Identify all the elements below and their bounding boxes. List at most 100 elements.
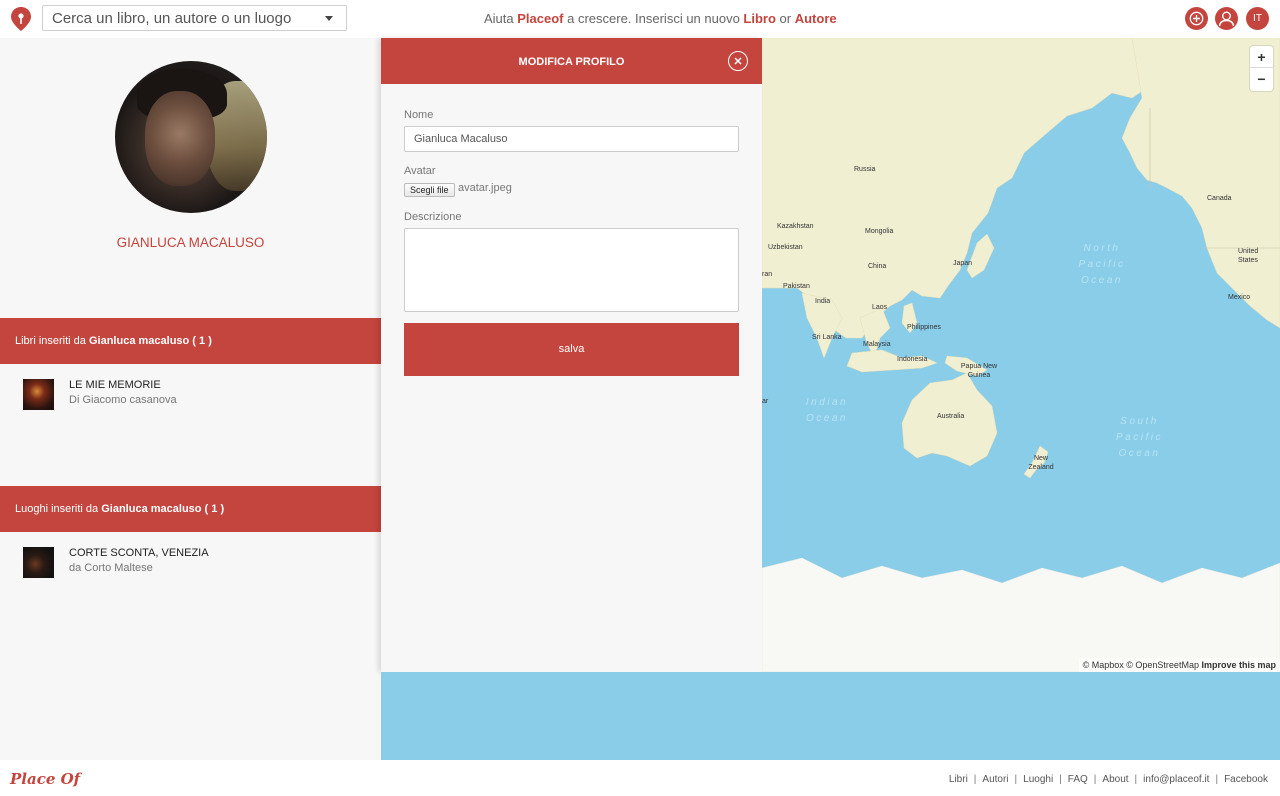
place-title[interactable]: CORTE SCONTA, VENEZIA (69, 547, 209, 559)
map-lower-area (381, 672, 1280, 760)
footer-link-autori[interactable]: Autori (982, 774, 1008, 785)
footer: Place Of Libri | Autori | Luoghi | FAQ | About | i… (0, 760, 1280, 796)
map-label-india: India (815, 298, 831, 305)
placeof-pin-logo-icon[interactable] (10, 6, 32, 32)
profile-panel: GIANLUCA MACALUSO Libri inseriti da Gian… (0, 38, 381, 760)
books-section-header: Libri inseriti da Gianluca macaluso ( 1 … (0, 318, 381, 364)
map-label-ar: ar (762, 398, 769, 405)
mapbox-link[interactable]: © Mapbox (1083, 660, 1124, 670)
footer-link-faq[interactable]: FAQ (1068, 774, 1088, 785)
zoom-out-button[interactable]: − (1250, 68, 1273, 90)
footer-separator: | (1093, 774, 1097, 785)
places-section-count: ( 1 ) (201, 503, 225, 515)
antarctica-landmass (762, 557, 1280, 672)
places-section-user: Gianluca macaluso (101, 503, 202, 515)
map-label-mexico: Mexico (1228, 294, 1251, 301)
search-input[interactable] (43, 6, 313, 30)
map-label-philippines: Philippines (907, 324, 941, 331)
new-book-link[interactable]: Libro (743, 11, 776, 26)
edit-profile-title: MODIFICA PROFILO (518, 56, 625, 68)
map-label-china: China (868, 263, 887, 270)
zoom-control: + − (1250, 46, 1273, 91)
map-label-australia: Australia (937, 413, 965, 420)
top-bar: Aiuta Placeof a crescere. Inserisci un n… (0, 0, 1280, 38)
improve-map-link[interactable]: Improve this map (1201, 660, 1276, 670)
chevron-down-icon[interactable] (325, 16, 333, 21)
books-section-user: Gianluca macaluso (88, 335, 190, 347)
map-label-indian-ocean: Indian Ocean (805, 397, 849, 424)
name-field[interactable] (404, 126, 739, 152)
tagline-prefix: Aiuta (484, 11, 518, 26)
map[interactable]: Russia Canada Kazakhstan Mongolia Uzbeki… (762, 38, 1280, 672)
map-label-laos: Laos (872, 304, 888, 311)
osm-link[interactable]: © OpenStreetMap (1126, 660, 1199, 670)
map-label-canada: Canada (1207, 195, 1232, 202)
map-label-newzealand: New Zealand (1028, 455, 1054, 471)
avatar-label: Avatar (404, 165, 436, 177)
user-profile-button[interactable] (1215, 7, 1238, 30)
description-field[interactable] (404, 228, 739, 312)
book-title[interactable]: LE MIE MEMORIE (69, 379, 161, 391)
map-label-pakistan: Pakistan (783, 283, 810, 290)
footer-separator: | (1134, 774, 1138, 785)
new-author-link[interactable]: Autore (795, 11, 837, 26)
footer-link-about[interactable]: About (1102, 774, 1128, 785)
choose-file-button[interactable]: Scegli file (404, 183, 455, 197)
avatar (115, 61, 267, 213)
map-label-russia: Russia (854, 166, 876, 173)
footer-separator: | (1014, 774, 1018, 785)
search-box[interactable] (42, 5, 347, 31)
books-section-prefix: Libri inseriti da (15, 335, 89, 347)
map-canvas[interactable] (762, 38, 1280, 672)
zoom-in-button[interactable]: + (1250, 46, 1273, 68)
map-label-us: United States (1238, 248, 1259, 264)
map-label-mongolia: Mongolia (865, 228, 894, 235)
add-button[interactable] (1185, 7, 1208, 30)
user-icon (1218, 11, 1235, 27)
footer-link-facebook[interactable]: Facebook (1224, 774, 1268, 785)
close-icon (734, 57, 742, 65)
edit-profile-panel: MODIFICA PROFILO Nome Avatar Scegli file… (381, 38, 762, 672)
footer-link-email[interactable]: info@placeof.it (1143, 774, 1209, 785)
footer-link-libri[interactable]: Libri (949, 774, 968, 785)
place-source: da Corto Maltese (69, 562, 153, 574)
books-section-count: ( 1 ) (189, 335, 212, 347)
selected-file-name: avatar.jpeg (458, 182, 512, 194)
places-section-prefix: Luoghi inseriti da (15, 503, 102, 515)
map-label-srilanka: Sri Lanka (812, 334, 842, 341)
avatar-face (145, 91, 215, 186)
map-label-iran: ran (762, 271, 773, 278)
language-button[interactable]: IT (1246, 7, 1269, 30)
tagline: Aiuta Placeof a crescere. Inserisci un n… (484, 11, 837, 26)
book-thumbnail[interactable] (23, 379, 54, 410)
map-label-png: Papua New Guinea (960, 363, 998, 379)
profile-name: GIANLUCA MACALUSO (116, 235, 265, 250)
footer-separator: | (1215, 774, 1219, 785)
footer-separator: | (1059, 774, 1062, 785)
book-list-item[interactable]: LE MIE MEMORIE Di Giacomo casanova (23, 379, 353, 411)
map-label-kazakhstan: Kazakhstan (777, 223, 814, 230)
map-label-north-pacific: North Pacific Ocean (1078, 243, 1126, 286)
places-section-header: Luoghi inseriti da Gianluca macaluso ( 1… (0, 486, 381, 532)
close-button[interactable] (728, 51, 748, 71)
footer-link-luoghi[interactable]: Luoghi (1023, 774, 1053, 785)
add-icon (1189, 11, 1204, 26)
tagline-middle: a crescere. Inserisci un nuovo (563, 11, 744, 26)
footer-links: Libri | Autori | Luoghi | FAQ | About | info@place… (949, 774, 1268, 785)
book-author: Di Giacomo casanova (69, 394, 177, 406)
map-label-indonesia: Indonesia (897, 356, 928, 363)
edit-profile-header: MODIFICA PROFILO (381, 38, 762, 84)
description-label: Descrizione (404, 211, 462, 223)
name-label: Nome (404, 109, 434, 121)
map-label-south-pacific: South Pacific Ocean (1116, 416, 1163, 459)
place-thumbnail[interactable] (23, 547, 54, 578)
tagline-or: or (775, 11, 795, 26)
tagline-brand-link[interactable]: Placeof (517, 11, 563, 26)
place-list-item[interactable]: CORTE SCONTA, VENEZIA da Corto Maltese (23, 547, 353, 579)
map-label-japan: Japan (953, 260, 973, 267)
footer-separator: | (973, 774, 977, 785)
map-label-malaysia: Malaysia (863, 341, 891, 348)
footer-logo[interactable]: Place Of (10, 770, 80, 788)
map-label-uzbekistan: Uzbekistan (768, 244, 803, 251)
save-button[interactable]: salva (404, 323, 739, 376)
